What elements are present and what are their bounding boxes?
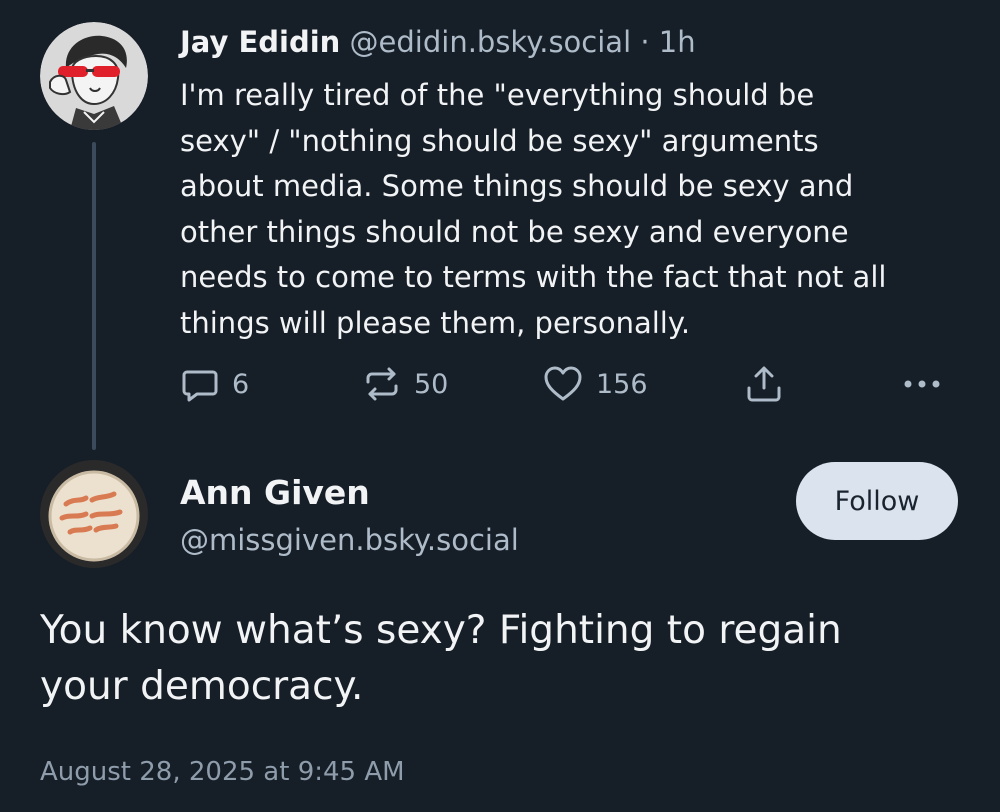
more-options-icon xyxy=(904,380,940,388)
more-options-button[interactable] xyxy=(902,362,942,406)
jay-edidin-avatar[interactable] xyxy=(40,22,148,130)
post-text-line: You know what’s sexy? Fighting to regain xyxy=(40,608,842,653)
post-text-line: I'm really tired of the "everything shou… xyxy=(180,78,815,112)
separator-dot: · xyxy=(640,25,650,59)
repost-icon xyxy=(366,367,398,401)
post-timestamp[interactable]: August 28, 2025 at 9:45 AM xyxy=(40,754,405,790)
heart-icon xyxy=(544,366,582,401)
author-display-name[interactable]: Jay Edidin xyxy=(180,25,340,59)
avatar-illustration-icon xyxy=(40,22,148,130)
like-button[interactable]: 156 xyxy=(542,362,648,406)
thread-connector-line xyxy=(92,142,96,450)
parent-post-header: Jay Edidin @edidin.bsky.social · 1h xyxy=(180,24,696,60)
post-text-line: other things should not be sexy and ever… xyxy=(180,214,849,249)
post-text-line: sexy" / "nothing should be sexy" argumen… xyxy=(180,123,819,158)
main-author-display-name[interactable]: Ann Given xyxy=(180,472,370,514)
post-text-line: about media. Some things should be sexy … xyxy=(180,169,854,204)
relative-time[interactable]: 1h xyxy=(659,25,696,59)
share-icon xyxy=(747,366,781,402)
post-text-line: needs to come to terms with the fact tha… xyxy=(180,260,887,295)
parent-post-text: I'm really tired of the "everything shou… xyxy=(180,73,970,347)
reply-count: 6 xyxy=(232,368,250,400)
ann-given-avatar[interactable] xyxy=(40,460,148,568)
reply-button[interactable]: 6 xyxy=(180,362,249,406)
main-post-text: You know what’s sexy? Fighting to regain… xyxy=(40,603,980,715)
repost-button[interactable]: 50 xyxy=(362,362,448,406)
repost-count: 50 xyxy=(414,368,449,400)
like-count: 156 xyxy=(596,368,648,400)
post-text-line: your democracy. xyxy=(40,664,364,709)
avatar-pin-badge-icon xyxy=(40,460,148,568)
author-handle[interactable]: @edidin.bsky.social xyxy=(350,25,632,59)
post-text-line: things will please them, personally. xyxy=(180,305,691,340)
reply-icon xyxy=(182,370,218,402)
share-button[interactable] xyxy=(744,362,784,406)
main-author-handle[interactable]: @missgiven.bsky.social xyxy=(180,520,519,560)
follow-button[interactable]: Follow xyxy=(796,462,958,540)
